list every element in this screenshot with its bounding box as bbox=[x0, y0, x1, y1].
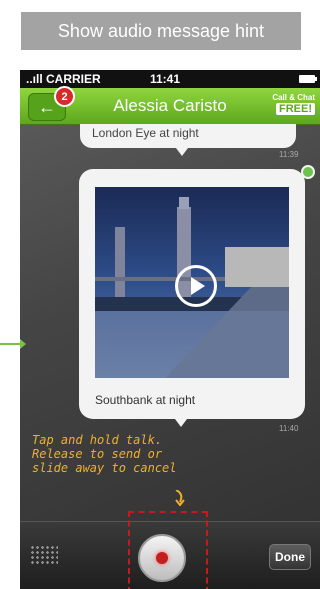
photo-caption: Southbank at night bbox=[95, 393, 196, 407]
status-time: 11:41 bbox=[150, 72, 181, 86]
message-bubble[interactable]: London Eye at night bbox=[80, 124, 296, 156]
carrier-label: ..ıll CARRIER bbox=[26, 72, 101, 86]
phone-screen: ..ıll CARRIER 11:41 ← 2 Alessia Caristo … bbox=[20, 70, 320, 589]
done-label: Done bbox=[275, 550, 305, 564]
keypad-icon[interactable] bbox=[30, 545, 58, 565]
free-tag: FREE! bbox=[276, 103, 315, 115]
done-button[interactable]: Done bbox=[269, 544, 311, 570]
call-chat-free-button[interactable]: Call & Chat FREE! bbox=[272, 93, 315, 115]
message-timestamp: 11:40 bbox=[279, 424, 299, 433]
bubble-tail bbox=[176, 148, 188, 156]
video-thumbnail[interactable] bbox=[95, 187, 289, 378]
show-audio-hint-button[interactable]: Show audio message hint bbox=[21, 12, 301, 50]
message-timestamp: 11:39 bbox=[279, 150, 299, 159]
nav-bar: ← 2 Alessia Caristo Call & Chat FREE! bbox=[20, 86, 320, 125]
hint-banner-label: Show audio message hint bbox=[57, 20, 265, 41]
curved-arrow-icon bbox=[175, 490, 185, 506]
delivered-check-icon bbox=[301, 165, 315, 179]
call-chat-label: Call & Chat bbox=[272, 93, 315, 102]
record-button-highlight bbox=[128, 511, 208, 589]
arrow-right-icon bbox=[0, 339, 26, 349]
bubble-tail bbox=[175, 419, 187, 427]
message-text: London Eye at night bbox=[92, 126, 199, 140]
arrow-left-icon: ← bbox=[38, 96, 56, 117]
photo-message-bubble[interactable]: Southbank at night bbox=[79, 169, 305, 427]
tap-hold-annotation: Tap and hold talk. Release to send or sl… bbox=[32, 433, 177, 475]
play-icon[interactable] bbox=[175, 265, 217, 307]
battery-icon bbox=[299, 75, 317, 83]
contact-name-title: Alessia Caristo bbox=[113, 96, 227, 115]
unread-badge: 2 bbox=[54, 86, 75, 107]
